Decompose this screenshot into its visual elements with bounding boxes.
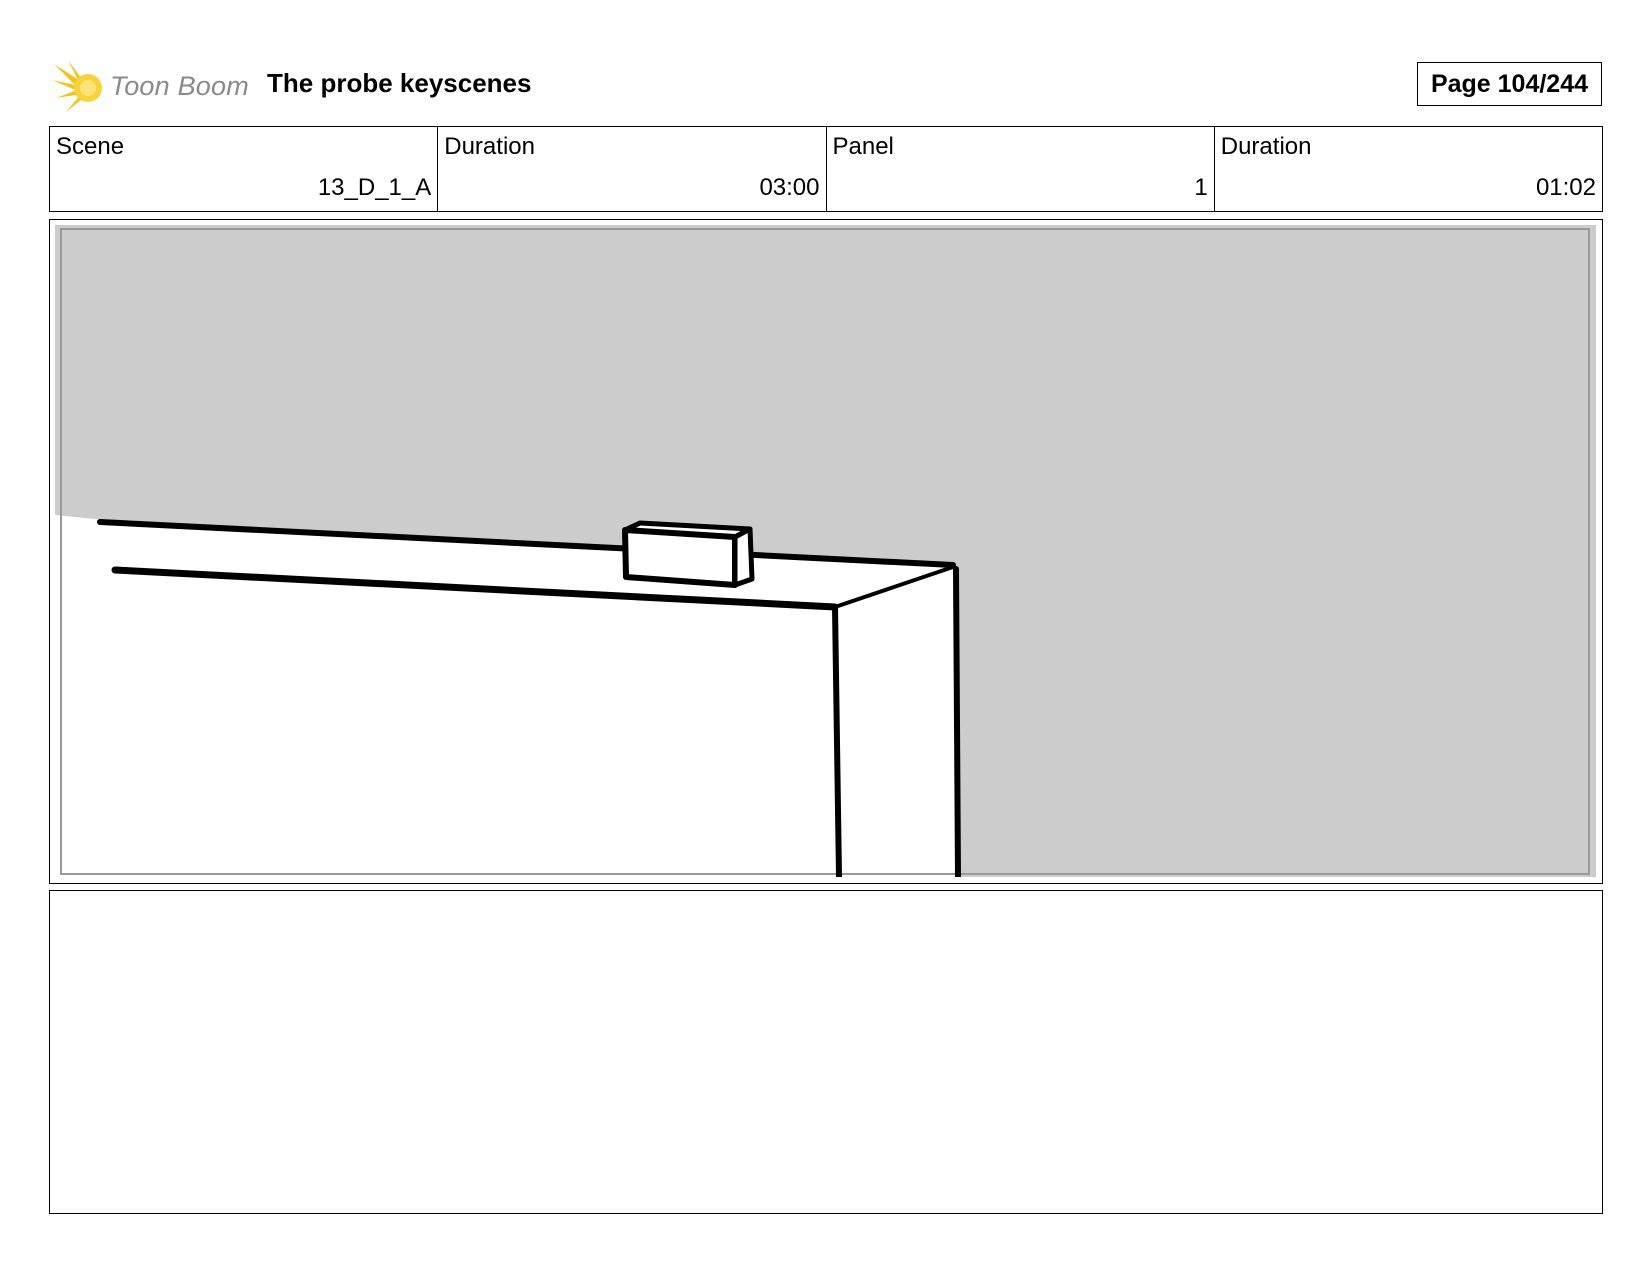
logo-wordmark: Toon Boom — [110, 70, 249, 101]
toon-boom-logo: Toon Boom — [52, 58, 249, 114]
panel-duration-cell: Duration 01:02 — [1215, 127, 1602, 211]
panel-duration-label: Duration — [1220, 133, 1312, 160]
scene-duration-value: 03:00 — [759, 174, 820, 201]
probe-front-face — [622, 527, 738, 588]
back-vertical-line — [953, 566, 961, 877]
probe-block — [622, 520, 755, 588]
foreground-box-surface — [55, 515, 960, 877]
scene-label: Scene — [56, 133, 125, 160]
panel-notes-box — [49, 890, 1603, 1214]
starburst-icon — [52, 60, 102, 112]
scene-duration-cell: Duration 03:00 — [438, 127, 827, 211]
panel-label: Panel — [832, 133, 894, 160]
scene-cell: Scene 13_D_1_A — [50, 127, 439, 211]
page-number-label: Page 104/244 — [1430, 69, 1589, 98]
storyboard-drawing — [55, 225, 1596, 877]
scene-duration-label: Duration — [444, 133, 535, 160]
front-vertical-line — [832, 604, 842, 877]
document-title: The probe keyscenes — [267, 68, 532, 98]
probe-side-face — [732, 526, 755, 588]
page-number-box: Page 104/244 — [1417, 62, 1602, 106]
panel-duration-value: 01:02 — [1535, 174, 1596, 201]
panel-value: 1 — [1194, 174, 1208, 201]
scene-info-table: Scene 13_D_1_A Duration 03:00 Panel 1 Du… — [49, 126, 1603, 212]
panel-cell: Panel 1 — [827, 127, 1215, 211]
storyboard-panel-frame — [49, 219, 1603, 884]
scene-value: 13_D_1_A — [317, 174, 432, 201]
